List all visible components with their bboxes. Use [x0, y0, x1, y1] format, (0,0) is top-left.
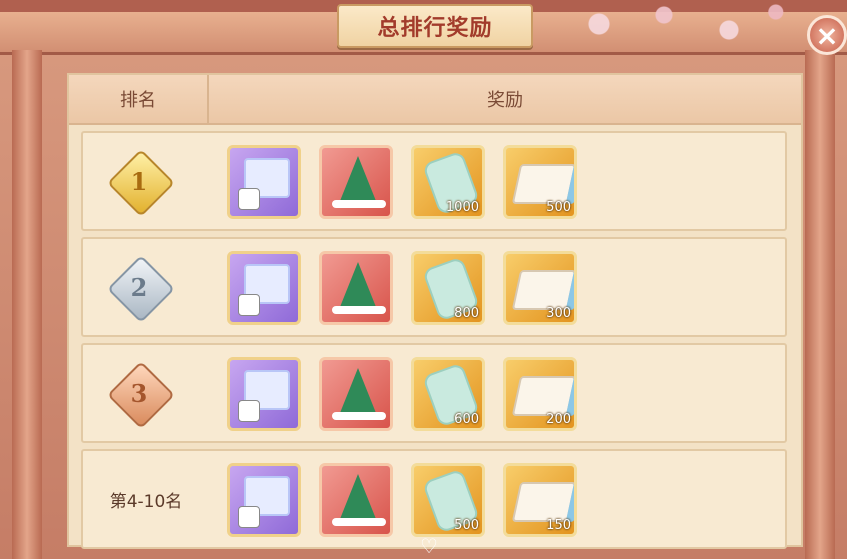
rank-badge-3: 3	[107, 361, 175, 429]
gift-box-item[interactable]	[227, 251, 301, 325]
christmas-tree-icon	[338, 368, 378, 418]
item-count: 300	[546, 306, 571, 321]
reward-column-header: 奖励	[487, 90, 523, 111]
christmas-tree-item[interactable]	[319, 251, 393, 325]
left-pillar	[12, 50, 42, 559]
rank-number: 2	[130, 272, 148, 302]
jade-token-item[interactable]: 800	[411, 251, 485, 325]
rewards-panel: 排名 奖励 1 1000 500 2 800 300 3 600 200 第4-…	[67, 73, 803, 549]
christmas-tree-icon	[338, 262, 378, 312]
christmas-tree-item[interactable]	[319, 145, 393, 219]
item-count: 800	[454, 306, 479, 321]
rank-number: 1	[130, 166, 148, 196]
item-count: 1000	[445, 200, 479, 215]
table-row: 1 1000 500	[81, 131, 787, 231]
snow-base	[332, 306, 386, 314]
page-title: 总排行奖励	[377, 16, 493, 41]
scroll-icon	[511, 270, 574, 310]
item-count: 200	[546, 412, 571, 427]
table-row: 3 600 200	[81, 343, 787, 443]
gift-box-item[interactable]	[227, 463, 301, 537]
scroll-icon	[511, 164, 574, 204]
rank-column-header: 排名	[69, 75, 209, 123]
gift-box-item[interactable]	[227, 357, 301, 431]
jade-token-item[interactable]: 500	[411, 463, 485, 537]
dice-icon	[238, 294, 260, 316]
dice-icon	[238, 400, 260, 422]
christmas-tree-icon	[338, 474, 378, 524]
rank-badge-2: 2	[107, 255, 175, 323]
rank-range-label: 第4-10名	[109, 491, 183, 512]
item-count: 150	[546, 518, 571, 533]
right-pillar	[805, 50, 835, 559]
jade-token-item[interactable]: 600	[411, 357, 485, 431]
christmas-tree-icon	[338, 156, 378, 206]
jade-token-item[interactable]: 1000	[411, 145, 485, 219]
item-count: 500	[454, 518, 479, 533]
rank-number: 3	[130, 378, 148, 408]
heart-ornament-icon: ♡	[420, 533, 438, 558]
snow-base	[332, 200, 386, 208]
dice-icon	[238, 506, 260, 528]
close-button[interactable]: ×	[807, 15, 847, 55]
cherry-blossom-decoration	[547, 0, 807, 60]
scroll-item[interactable]: 300	[503, 251, 577, 325]
scroll-icon	[511, 482, 574, 522]
close-icon: ×	[815, 18, 839, 52]
christmas-tree-item[interactable]	[319, 463, 393, 537]
christmas-tree-item[interactable]	[319, 357, 393, 431]
snow-base	[332, 412, 386, 420]
title-plaque: 总排行奖励	[337, 4, 533, 48]
scroll-icon	[511, 376, 574, 416]
item-count: 600	[454, 412, 479, 427]
rank-badge-1: 1	[107, 149, 175, 217]
item-count: 500	[546, 200, 571, 215]
gift-box-item[interactable]	[227, 145, 301, 219]
dice-icon	[238, 188, 260, 210]
scroll-item[interactable]: 150	[503, 463, 577, 537]
table-header: 排名 奖励	[69, 75, 801, 125]
table-row: 2 800 300	[81, 237, 787, 337]
snow-base	[332, 518, 386, 526]
scroll-item[interactable]: 500	[503, 145, 577, 219]
scroll-item[interactable]: 200	[503, 357, 577, 431]
